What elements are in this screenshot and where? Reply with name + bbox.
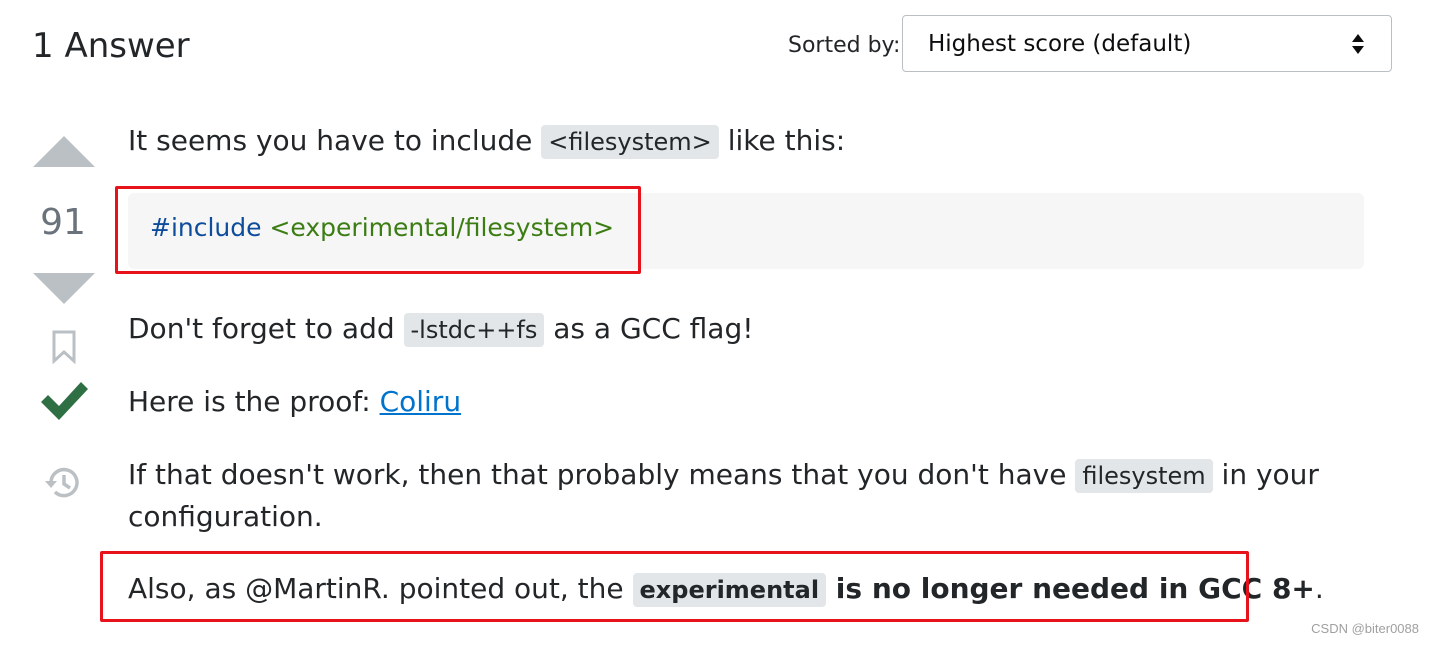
inline-code: filesystem bbox=[1075, 459, 1213, 493]
coliru-link[interactable]: Coliru bbox=[380, 385, 462, 418]
inline-code: <filesystem> bbox=[541, 125, 719, 159]
answer-paragraph: Here is the proof: Coliru bbox=[128, 381, 461, 423]
paragraph-text: It seems you have to include bbox=[128, 124, 542, 157]
checkmark-icon bbox=[41, 382, 88, 420]
highlight-box-code bbox=[115, 186, 641, 274]
sort-select-value: Highest score (default) bbox=[928, 31, 1192, 57]
paragraph-text: in your bbox=[1212, 458, 1319, 491]
paragraph-text: as a GCC flag! bbox=[544, 312, 754, 345]
answer-paragraph: Don't forget to add -lstdc++fs as a GCC … bbox=[128, 308, 753, 351]
highlight-box-note bbox=[100, 551, 1249, 622]
answers-count-title: 1 Answer bbox=[32, 26, 190, 66]
inline-code: -lstdc++fs bbox=[403, 313, 545, 347]
paragraph-text: If that doesn't work, then that probably… bbox=[128, 458, 1076, 491]
vote-count: 91 bbox=[40, 202, 86, 243]
downvote-arrow-icon[interactable] bbox=[33, 273, 95, 304]
paragraph-text: Don't forget to add bbox=[128, 312, 404, 345]
select-arrows-icon bbox=[1352, 34, 1364, 54]
paragraph-text: Here is the proof: bbox=[128, 385, 380, 418]
paragraph-text: like this: bbox=[718, 124, 846, 157]
answer-paragraph-continuation: configuration. bbox=[128, 500, 323, 533]
paragraph-text: . bbox=[1314, 572, 1324, 605]
sort-label: Sorted by: bbox=[788, 33, 901, 58]
answer-paragraph: If that doesn't work, then that probably… bbox=[128, 454, 1319, 497]
answer-paragraph: It seems you have to include <filesystem… bbox=[128, 120, 845, 163]
watermark: CSDN @biter0088 bbox=[1311, 621, 1419, 636]
upvote-arrow-icon[interactable] bbox=[33, 136, 95, 167]
history-icon[interactable] bbox=[44, 464, 82, 502]
sort-select[interactable]: Highest score (default) bbox=[902, 15, 1392, 72]
bookmark-icon[interactable] bbox=[51, 330, 77, 364]
